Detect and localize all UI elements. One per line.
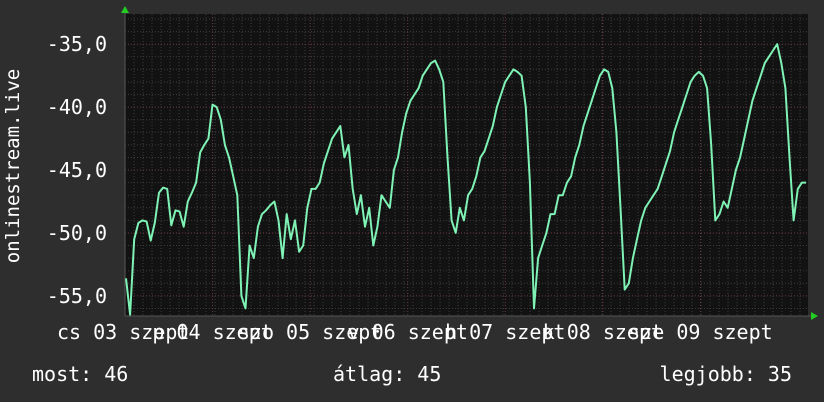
y-tick-label: -45,0 xyxy=(47,158,107,182)
y-axis-arrow xyxy=(121,6,129,13)
y-ticks: -35,0 -40,0 -45,0 -50,0 -55,0 xyxy=(47,32,107,308)
x-axis-arrow xyxy=(811,312,818,320)
x-ticks: cs 03 szeptp 04 szeptszo 05 szeptv 06 sz… xyxy=(57,320,773,344)
x-tick-label: sze 09 szept xyxy=(628,320,773,344)
y-axis-label: onlinestream.live xyxy=(2,69,24,263)
y-tick-label: -55,0 xyxy=(47,284,107,308)
footer-average: átlag: 45 xyxy=(333,362,442,386)
chart: -35,0 -40,0 -45,0 -50,0 -55,0 cs 03 szeptp 0… xyxy=(2,6,818,344)
footer-best: legjobb: 35 xyxy=(659,362,792,386)
y-tick-label: -35,0 xyxy=(47,32,107,56)
y-tick-label: -50,0 xyxy=(47,221,107,245)
footer-most: most: 46 xyxy=(32,362,129,386)
y-tick-label: -40,0 xyxy=(47,95,107,119)
